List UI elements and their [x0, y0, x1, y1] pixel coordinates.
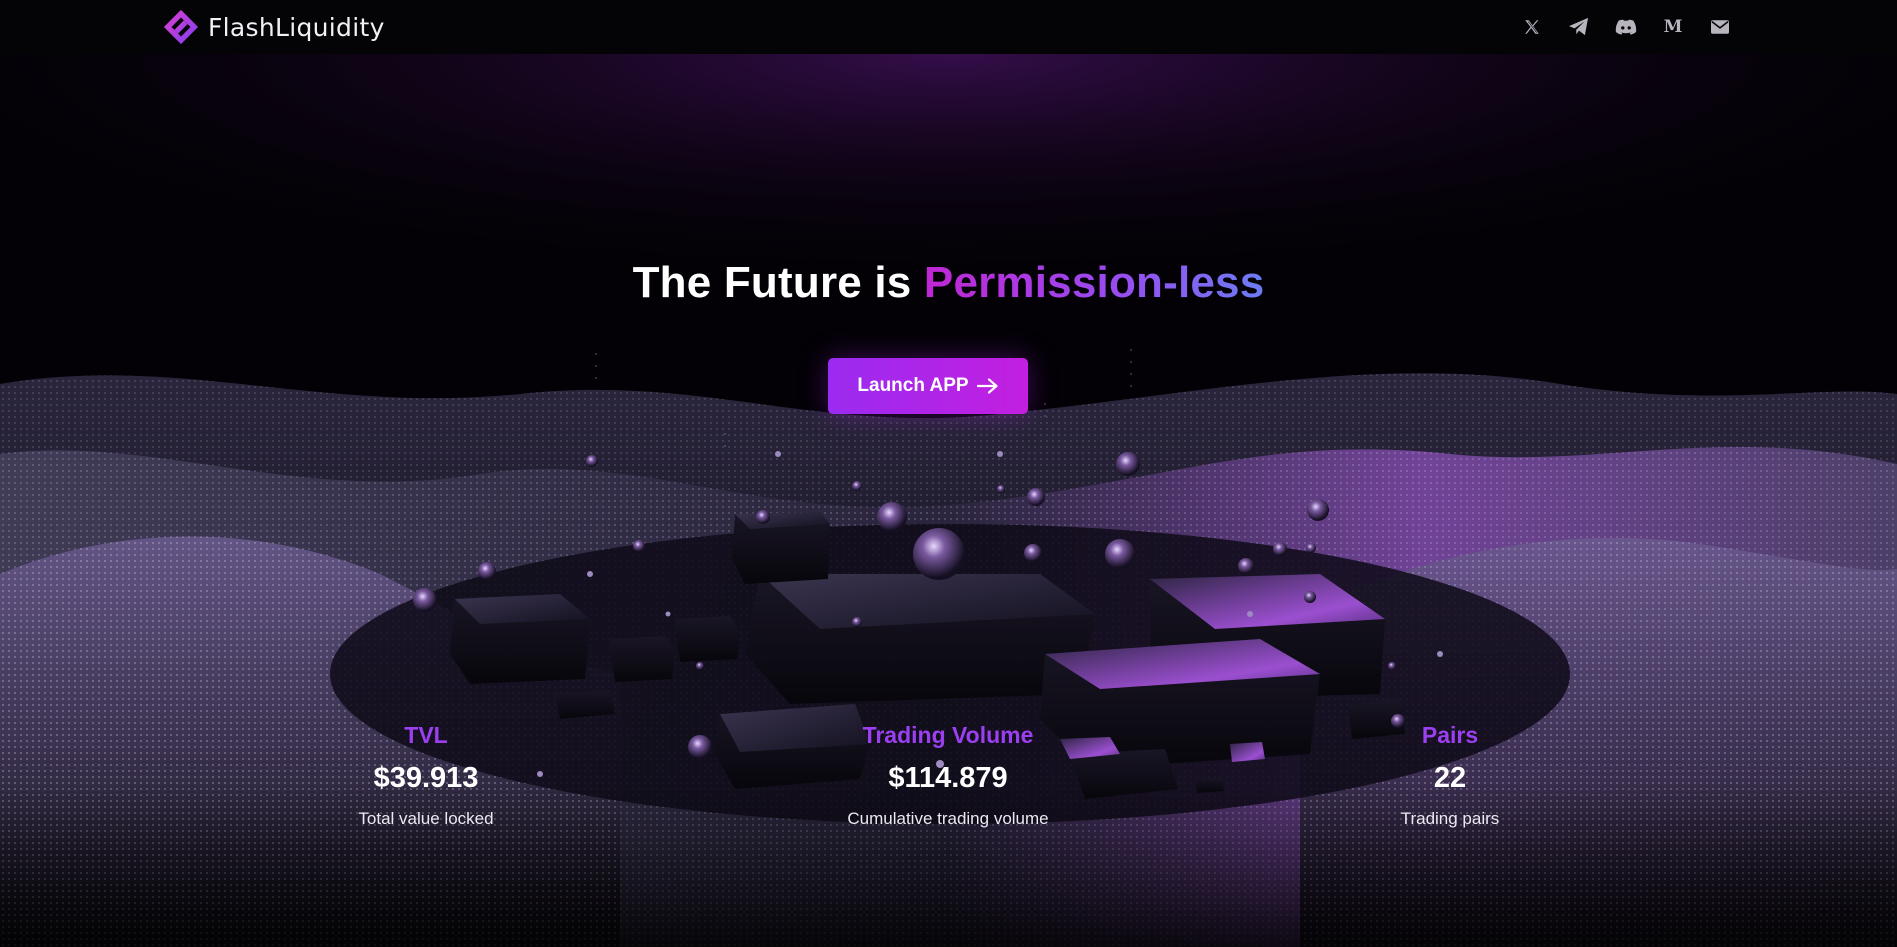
discord-icon[interactable]: [1612, 14, 1640, 40]
stat-description: Total value locked: [358, 809, 494, 828]
stat-trading-volume: Trading Volume $114.879 Cumulative tradi…: [788, 720, 1108, 830]
stat-title: TVL: [404, 722, 448, 748]
landing-page: FlashLiquidity M The Future is Permissio…: [0, 0, 1897, 947]
launch-app-button[interactable]: Launch APP: [828, 358, 1028, 414]
stat-description: Cumulative trading volume: [847, 809, 1049, 828]
mail-icon[interactable]: [1706, 14, 1734, 40]
hero-title-prefix: The Future is: [632, 258, 924, 307]
stat-value: $39.913: [373, 762, 479, 794]
stat-tvl: TVL $39.913 Total value locked: [266, 720, 586, 830]
stat-title: Trading Volume: [862, 722, 1034, 748]
stat-value: $114.879: [888, 762, 1008, 794]
navbar: FlashLiquidity M: [0, 0, 1897, 54]
brand-name: FlashLiquidity: [208, 12, 385, 42]
stat-title: Pairs: [1421, 722, 1479, 748]
launch-app-label: Launch APP: [857, 375, 969, 396]
hero-title: The Future is Permission-less: [0, 258, 1897, 308]
stat-description: Trading pairs: [1400, 809, 1500, 828]
social-links: M: [1518, 14, 1734, 40]
x-twitter-icon[interactable]: [1518, 14, 1546, 40]
brand-home-link[interactable]: FlashLiquidity: [162, 8, 385, 46]
stat-pairs: Pairs 22 Trading pairs: [1290, 720, 1610, 830]
medium-icon[interactable]: M: [1659, 14, 1687, 40]
arrow-right-icon: [976, 378, 998, 394]
flashliquidity-logo-icon: [163, 9, 199, 45]
hero-title-highlight: Permission-less: [923, 258, 1265, 307]
telegram-icon[interactable]: [1565, 14, 1593, 40]
stat-value: 22: [1433, 762, 1467, 794]
